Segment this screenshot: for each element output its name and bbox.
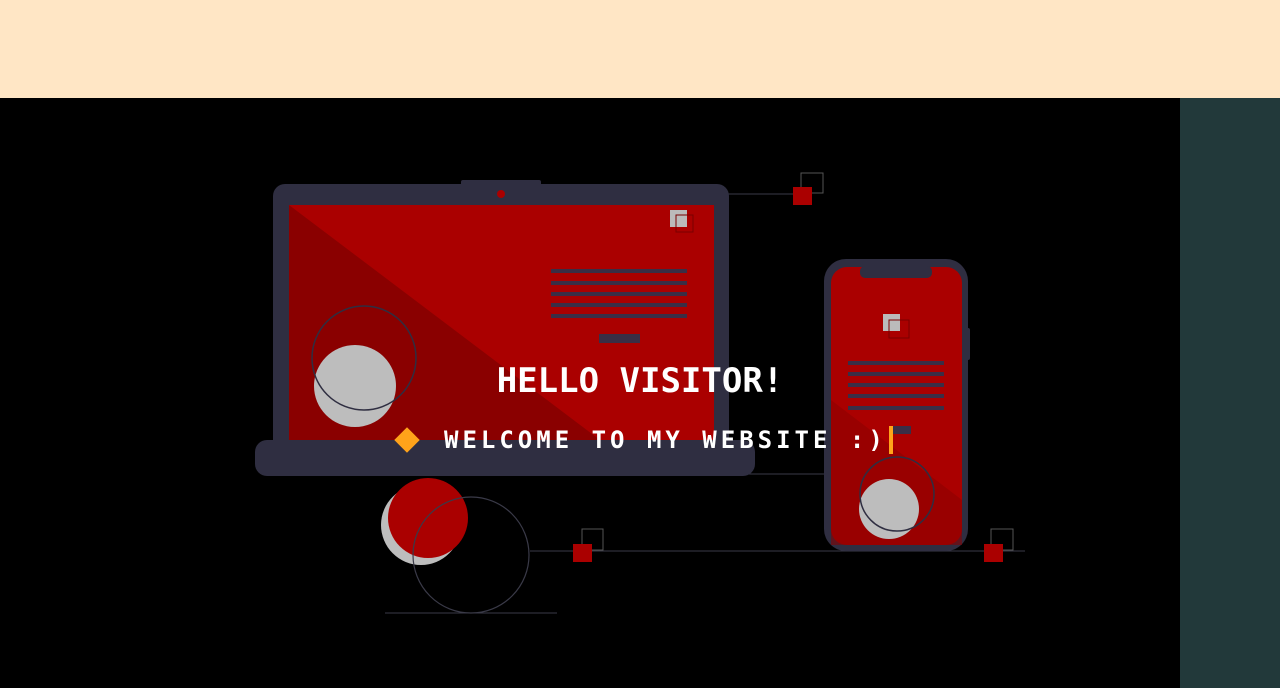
diamond-icon — [394, 427, 420, 453]
hero-title: HELLO VISITOR! — [496, 361, 784, 401]
square-marker — [984, 528, 1014, 562]
devices-illustration — [255, 172, 1025, 614]
phone-graphic — [824, 259, 970, 551]
typing-caret — [888, 426, 893, 454]
hero-subtitle: WELCOME TO MY WEBSITE :) — [392, 424, 893, 456]
square-marker — [573, 528, 604, 562]
welcome-text: WELCOME TO MY WEBSITE :) — [444, 426, 887, 454]
decorative-circles — [381, 478, 530, 614]
square-marker — [793, 172, 824, 205]
